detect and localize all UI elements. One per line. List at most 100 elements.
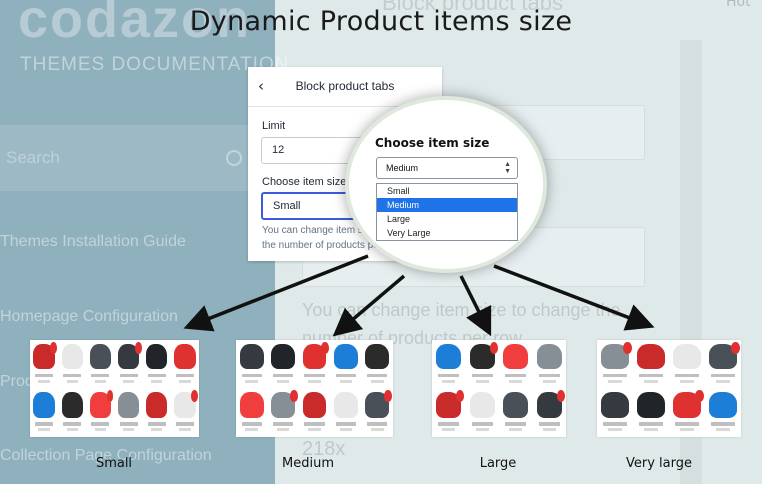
- product-image: [239, 343, 264, 370]
- product-caption: [304, 422, 325, 426]
- item-size-label: Choose item size: [262, 176, 347, 188]
- sale-badge: [50, 341, 58, 354]
- product-image: [637, 392, 665, 418]
- product-caption: [438, 422, 460, 426]
- product-price: [151, 379, 163, 383]
- thumbnail-label-very-large: Very large: [626, 456, 692, 471]
- product-caption: [711, 373, 735, 378]
- product-card: [597, 389, 633, 438]
- thumbnail-very-large: [597, 340, 741, 437]
- product-image: [239, 392, 264, 418]
- product-card: [330, 340, 361, 389]
- sale-badge: [134, 341, 142, 354]
- product-caption: [175, 373, 194, 378]
- product-caption: [471, 422, 493, 426]
- product-price: [643, 428, 659, 432]
- product-card: [30, 389, 58, 438]
- product-price: [38, 428, 50, 432]
- product-image: [503, 343, 529, 370]
- product-card: [669, 340, 705, 389]
- product-price: [715, 428, 731, 432]
- product-card: [30, 340, 58, 389]
- thumbnail-small: [30, 340, 199, 437]
- product-caption: [538, 373, 560, 378]
- product-caption: [273, 373, 294, 378]
- product-card: [299, 389, 330, 438]
- magnified-item-size-select[interactable]: Medium ▲ ▼: [376, 157, 518, 179]
- product-card: [171, 389, 199, 438]
- thumbnail-large: [432, 340, 566, 437]
- product-price: [38, 379, 50, 383]
- item-size-dropdown-list: Small Medium Large Very Large: [376, 183, 518, 241]
- product-caption: [147, 373, 166, 378]
- product-price: [643, 379, 659, 383]
- product-card: [669, 389, 705, 438]
- product-caption: [639, 422, 663, 426]
- thumbnail-label-large: Large: [479, 456, 517, 471]
- product-price: [66, 379, 78, 383]
- product-image: [333, 392, 358, 418]
- product-card: [705, 389, 741, 438]
- background-search-placeholder: Search: [6, 148, 60, 167]
- dropdown-option-large[interactable]: Large: [377, 212, 517, 226]
- magnified-item-size-label: Choose item size: [375, 136, 490, 150]
- product-price: [371, 379, 384, 383]
- product-caption: [273, 422, 294, 426]
- product-card: [58, 340, 86, 389]
- product-caption: [639, 373, 663, 378]
- product-caption: [367, 422, 388, 426]
- product-caption: [505, 373, 527, 378]
- product-card: [236, 389, 267, 438]
- product-image: [271, 343, 296, 370]
- product-price: [122, 379, 135, 383]
- sale-badge: [106, 390, 114, 403]
- product-image: [146, 392, 168, 418]
- product-card: [432, 389, 466, 438]
- product-price: [245, 428, 258, 432]
- product-caption: [63, 422, 82, 426]
- product-card: [597, 340, 633, 389]
- product-caption: [119, 422, 138, 426]
- product-caption: [335, 422, 356, 426]
- product-card: [466, 340, 500, 389]
- product-price: [339, 428, 353, 432]
- product-card: [330, 389, 361, 438]
- sale-badge: [694, 390, 704, 403]
- product-price: [475, 428, 489, 432]
- product-price: [679, 379, 695, 383]
- product-card: [466, 389, 500, 438]
- sale-badge: [622, 341, 632, 354]
- product-caption: [675, 422, 699, 426]
- limit-label: Limit: [262, 120, 286, 132]
- product-caption: [119, 373, 138, 378]
- product-card: [533, 340, 567, 389]
- dropdown-option-small[interactable]: Small: [377, 184, 517, 198]
- product-card: [499, 340, 533, 389]
- dropdown-option-medium[interactable]: Medium: [377, 198, 517, 212]
- select-arrows-icon: ▲ ▼: [504, 161, 511, 175]
- product-image: [601, 392, 629, 418]
- product-caption: [538, 422, 560, 426]
- product-card: [533, 389, 567, 438]
- product-caption: [505, 422, 527, 426]
- product-price: [607, 379, 623, 383]
- product-price: [276, 379, 290, 383]
- product-caption: [675, 373, 699, 378]
- sale-badge: [456, 390, 465, 403]
- product-price: [715, 379, 731, 383]
- sale-badge: [730, 341, 740, 354]
- product-image: [333, 343, 358, 370]
- product-caption: [91, 422, 110, 426]
- dropdown-option-very-large[interactable]: Very Large: [377, 226, 517, 240]
- panel-title: Block product tabs: [295, 79, 395, 93]
- magnified-selected-value: Medium: [386, 163, 419, 173]
- background-nav-item: Homepage Configuration: [0, 308, 178, 325]
- product-price: [339, 379, 353, 383]
- product-price: [509, 428, 523, 432]
- product-card: [633, 340, 669, 389]
- product-caption: [241, 373, 262, 378]
- product-price: [542, 428, 556, 432]
- product-price: [442, 379, 456, 383]
- product-price: [151, 428, 163, 432]
- product-image: [61, 392, 83, 418]
